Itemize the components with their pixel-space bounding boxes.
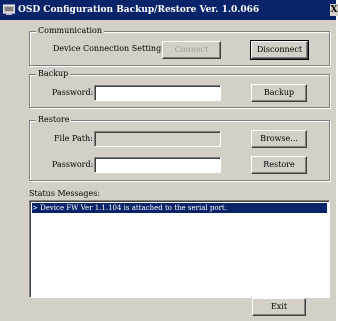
file-path-label: File Path: (54, 134, 93, 143)
backup-legend: Backup (36, 69, 71, 79)
communication-legend: Communication (36, 26, 104, 36)
status-message-row[interactable]: > Device FW Ver 1.1.104 is attached to t… (32, 203, 327, 213)
backup-password-field[interactable] (94, 85, 221, 101)
restore-password-field[interactable] (94, 157, 221, 173)
browse-button[interactable]: Browse... (251, 130, 307, 148)
main-window: OSD Configuration Backup/Restore Ver. 1.… (0, 0, 338, 321)
window-title: OSD Configuration Backup/Restore Ver. 1.… (18, 5, 260, 15)
status-messages-label: Status Messages: (29, 189, 101, 198)
connect-button[interactable]: Connect (162, 41, 221, 59)
backup-button[interactable]: Backup (251, 84, 307, 102)
disconnect-button[interactable]: Disconnect (250, 40, 309, 60)
device-connection-label: Device Connection Setting: (53, 44, 164, 53)
app-icon (3, 4, 15, 15)
status-messages-list[interactable]: > Device FW Ver 1.1.104 is attached to t… (29, 200, 330, 298)
title-bar[interactable]: OSD Configuration Backup/Restore Ver. 1.… (0, 0, 338, 20)
close-icon[interactable]: X (330, 4, 338, 16)
exit-button[interactable]: Exit (252, 298, 306, 316)
backup-password-label: Password: (52, 88, 94, 97)
file-path-field[interactable] (94, 131, 221, 147)
restore-legend: Restore (36, 115, 72, 125)
restore-button[interactable]: Restore (251, 156, 307, 174)
restore-password-label: Password: (52, 160, 94, 169)
